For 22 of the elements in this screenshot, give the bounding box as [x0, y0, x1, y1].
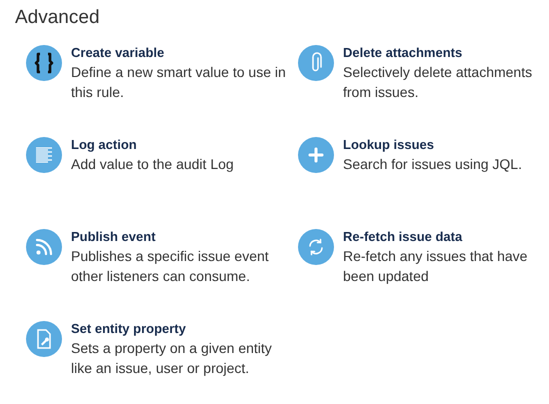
- action-description: Publishes a specific issue event other listeners can consume.: [71, 247, 270, 286]
- action-description: Add value to the audit Log: [71, 155, 235, 174]
- refresh-icon[interactable]: [298, 229, 334, 265]
- action-description: Define a new smart value to use in this rule.: [71, 63, 286, 102]
- action-title[interactable]: Log action: [71, 136, 286, 154]
- paperclip-icon[interactable]: [298, 45, 334, 81]
- action-title[interactable]: Create variable: [71, 44, 286, 62]
- action-title[interactable]: Set entity property: [71, 320, 286, 338]
- action-description: Search for issues using JQL.: [343, 155, 523, 174]
- action-description: Selectively delete attachments from issues.: [343, 63, 534, 102]
- action-title[interactable]: Publish event: [71, 228, 286, 246]
- action-description: Sets a property on a given entity like an issue, user or project.: [71, 339, 273, 378]
- feed-icon[interactable]: [26, 229, 62, 265]
- document-icon[interactable]: [26, 321, 62, 357]
- action-description: Re-fetch any issues that have been updated: [343, 247, 528, 286]
- action-title[interactable]: Delete attachments: [343, 44, 549, 62]
- action-title[interactable]: Re-fetch issue data: [343, 228, 549, 246]
- action-title[interactable]: Lookup issues: [343, 136, 549, 154]
- braces-icon[interactable]: [26, 45, 62, 81]
- section-title: Advanced: [15, 6, 101, 30]
- lines-icon[interactable]: [26, 137, 62, 173]
- plus-icon[interactable]: [298, 137, 334, 173]
